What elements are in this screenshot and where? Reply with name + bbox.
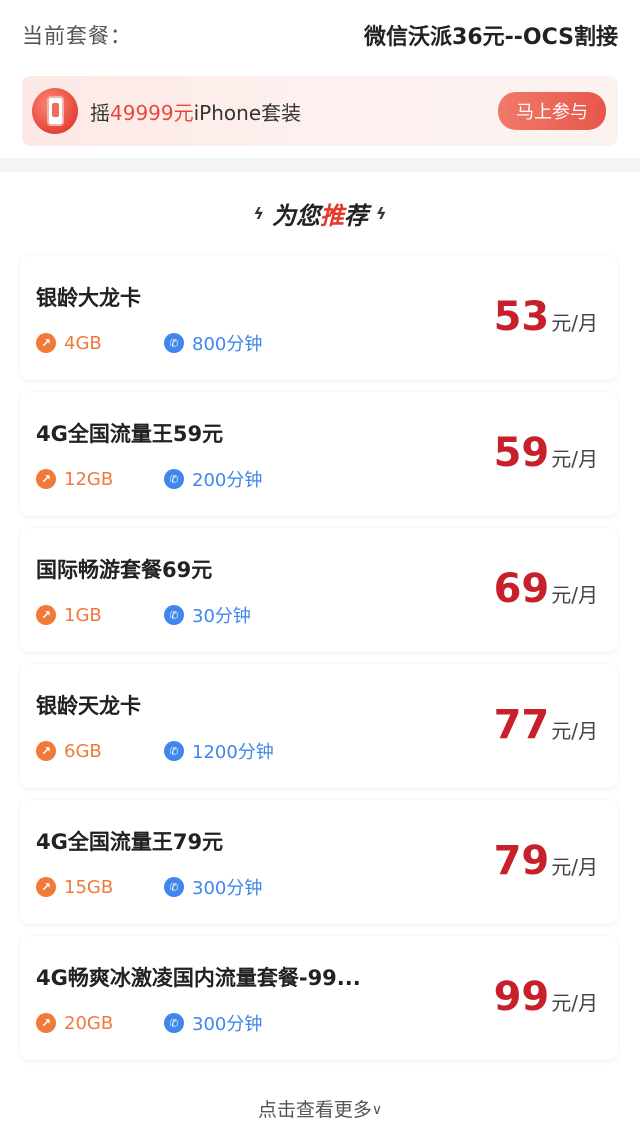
- view-more-button[interactable]: 点击查看更多∨: [0, 1095, 640, 1122]
- recommend-title-part2: 荐: [344, 201, 368, 230]
- data-trend-icon: ↗: [36, 1013, 56, 1033]
- phone-call-icon: ✆: [164, 1013, 184, 1033]
- recommend-title-emph: 推: [320, 201, 344, 230]
- plan-name: 国际畅游套餐69元: [36, 558, 213, 582]
- plan-minutes: 800分钟: [192, 334, 263, 355]
- plan-card[interactable]: 4G畅爽冰激凌国内流量套餐-99... ↗ 20GB ✆ 300分钟 99 元/…: [20, 936, 618, 1060]
- phone-call-icon: ✆: [164, 741, 184, 761]
- plan-meta: ↗ 15GB ✆ 300分钟: [36, 874, 262, 900]
- price-unit: 元/月: [551, 719, 598, 743]
- plan-card[interactable]: 银龄天龙卡 ↗ 6GB ✆ 1200分钟 77 元/月: [20, 664, 618, 788]
- phone-call-icon: ✆: [164, 605, 184, 625]
- plan-data: 20GB: [64, 1012, 114, 1034]
- plan-minutes: 200分钟: [192, 470, 263, 491]
- plan-card[interactable]: 国际畅游套餐69元 ↗ 1GB ✆ 30分钟 69 元/月: [20, 528, 618, 652]
- lightning-right-icon: ϟ: [376, 203, 387, 223]
- plan-price: 99 元/月: [494, 974, 598, 1020]
- current-plan-value: 微信沃派36元--OCS割接: [364, 25, 618, 50]
- plan-card[interactable]: 4G全国流量王79元 ↗ 15GB ✆ 300分钟 79 元/月: [20, 800, 618, 924]
- promo-text-prefix: 摇: [90, 100, 110, 125]
- plan-name: 4G畅爽冰激凌国内流量套餐-99...: [36, 966, 361, 990]
- price-unit: 元/月: [551, 447, 598, 471]
- plan-card[interactable]: 4G全国流量王59元 ↗ 12GB ✆ 200分钟 59 元/月: [20, 392, 618, 516]
- plan-data: 6GB: [64, 740, 102, 762]
- plan-meta: ↗ 20GB ✆ 300分钟: [36, 1010, 262, 1036]
- plan-name: 4G全国流量王79元: [36, 830, 224, 854]
- promo-banner[interactable]: 摇49999元iPhone套装 马上参与: [22, 76, 618, 146]
- phone-gift-icon: [32, 88, 78, 134]
- phone-call-icon: ✆: [164, 877, 184, 897]
- price-number: 59: [493, 430, 550, 476]
- phone-call-icon: ✆: [164, 469, 184, 489]
- join-now-button[interactable]: 马上参与: [498, 92, 606, 130]
- plan-price: 53 元/月: [494, 294, 598, 340]
- price-number: 79: [493, 838, 550, 884]
- plan-price: 69 元/月: [494, 566, 598, 612]
- plan-data: 12GB: [64, 468, 114, 490]
- plan-meta: ↗ 12GB ✆ 200分钟: [36, 466, 262, 492]
- plan-data: 4GB: [64, 332, 102, 354]
- plan-data: 1GB: [64, 604, 102, 626]
- plan-price: 79 元/月: [494, 838, 598, 884]
- promo-text-highlight: 49999元: [110, 100, 194, 125]
- plan-data: 15GB: [64, 876, 114, 898]
- plan-card[interactable]: 银龄大龙卡 ↗ 4GB ✆ 800分钟 53 元/月: [20, 256, 618, 380]
- view-more-label: 点击查看更多: [257, 1099, 372, 1121]
- price-unit: 元/月: [551, 311, 598, 335]
- current-plan-section: 当前套餐： 微信沃派36元--OCS割接 摇49999元iPhone套装 马上参…: [0, 0, 640, 158]
- chevron-down-icon: ∨: [371, 1102, 383, 1118]
- lightning-left-icon: ϟ: [253, 203, 264, 223]
- data-trend-icon: ↗: [36, 469, 56, 489]
- promo-text-suffix: iPhone套装: [193, 100, 302, 125]
- plan-minutes: 1200分钟: [192, 742, 274, 763]
- price-number: 53: [493, 294, 550, 340]
- current-plan-label: 当前套餐：: [22, 24, 132, 48]
- data-trend-icon: ↗: [36, 877, 56, 897]
- plan-price: 59 元/月: [494, 430, 598, 476]
- data-trend-icon: ↗: [36, 741, 56, 761]
- price-number: 99: [493, 974, 550, 1020]
- plan-price: 77 元/月: [494, 702, 598, 748]
- price-unit: 元/月: [551, 583, 598, 607]
- current-plan-row: 当前套餐： 微信沃派36元--OCS割接: [0, 0, 640, 70]
- plan-name: 4G全国流量王59元: [36, 422, 224, 446]
- recommend-title: ϟ 为您推荐 ϟ: [0, 172, 640, 254]
- data-trend-icon: ↗: [36, 333, 56, 353]
- phone-call-icon: ✆: [164, 333, 184, 353]
- recommend-title-part1: 为您: [272, 201, 320, 230]
- price-unit: 元/月: [551, 991, 598, 1015]
- recommend-section: ϟ 为您推荐 ϟ 银龄大龙卡 ↗ 4GB ✆ 800分钟 53 元/月 4G全国…: [0, 172, 640, 1140]
- promo-text: 摇49999元iPhone套装: [90, 97, 498, 126]
- plan-minutes: 30分钟: [192, 606, 251, 627]
- plan-meta: ↗ 4GB ✆ 800分钟: [36, 330, 262, 356]
- plan-minutes: 300分钟: [192, 1014, 263, 1035]
- data-trend-icon: ↗: [36, 605, 56, 625]
- plan-meta: ↗ 6GB ✆ 1200分钟: [36, 738, 274, 764]
- plan-name: 银龄天龙卡: [36, 694, 141, 718]
- price-unit: 元/月: [551, 855, 598, 879]
- plan-minutes: 300分钟: [192, 878, 263, 899]
- price-number: 69: [493, 566, 550, 612]
- plan-name: 银龄大龙卡: [36, 286, 141, 310]
- plan-meta: ↗ 1GB ✆ 30分钟: [36, 602, 251, 628]
- price-number: 77: [493, 702, 550, 748]
